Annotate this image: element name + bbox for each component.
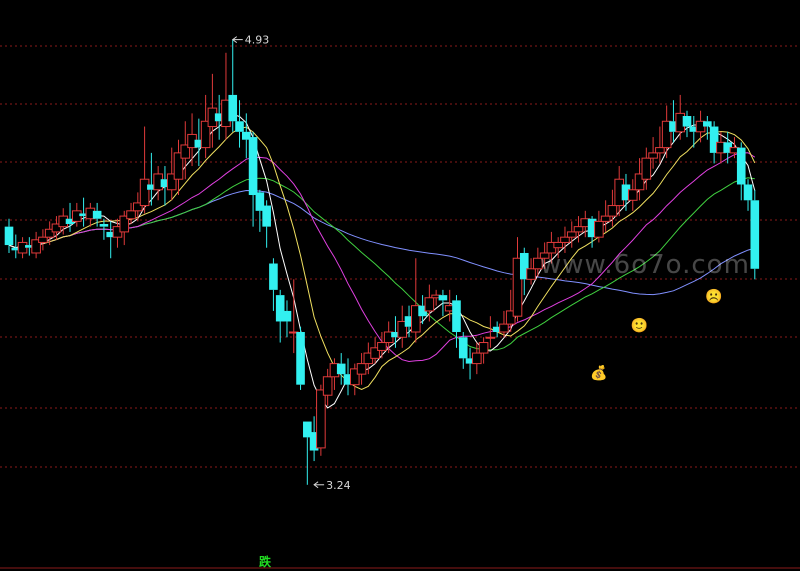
min-price-marker: 3.24 (313, 479, 351, 492)
candle-body (627, 189, 638, 201)
down-candle (228, 39, 238, 132)
max-price-marker: 4.93 (231, 34, 269, 47)
candle-body (641, 157, 652, 180)
down-candle (92, 202, 102, 227)
candle-body (458, 337, 468, 359)
candle-body (526, 268, 536, 280)
candle-body (126, 210, 136, 220)
candle-body (424, 297, 435, 312)
up-candle (594, 210, 604, 243)
up-candle (31, 231, 41, 259)
candle-body (560, 236, 570, 243)
candle-body (316, 389, 326, 449)
candle-body (336, 363, 346, 375)
candle-body (594, 220, 604, 238)
candle-body (553, 241, 563, 249)
candle-body (485, 336, 496, 339)
candle-body (248, 137, 258, 196)
candle-body (99, 224, 109, 227)
candle-body (472, 352, 482, 365)
candle-body (296, 332, 305, 385)
candle-body (478, 342, 489, 354)
candle-body (269, 263, 278, 290)
candle-body (682, 116, 692, 127)
down-candle (262, 200, 271, 248)
candle-body (235, 121, 244, 132)
up-candle (139, 126, 150, 214)
price-markers: 4.93 3.24 (231, 34, 351, 492)
candle-body (607, 205, 618, 217)
candle-body (322, 376, 333, 396)
candle-body (750, 200, 760, 269)
candle-body (452, 300, 461, 332)
smile-icon: 🙂 (631, 317, 648, 334)
candle-body (139, 178, 150, 207)
down-candle (248, 131, 258, 227)
candle-body (262, 205, 271, 227)
candle-body (38, 236, 48, 243)
candle-body (499, 323, 509, 333)
candle-body (72, 210, 82, 222)
candle-body (17, 241, 28, 254)
marker-label: 4.93 (245, 34, 269, 47)
candle-body (228, 94, 238, 122)
candle-body (573, 226, 584, 233)
candle-body (648, 152, 658, 159)
candle-body (736, 147, 746, 185)
candle-body (4, 226, 14, 246)
money-bag-icon: 💰 (590, 365, 607, 382)
down-candle (750, 189, 760, 280)
down-candle (296, 326, 305, 390)
watermark: www.6o7o.com (540, 250, 750, 280)
up-candle (411, 258, 421, 343)
candle-body (356, 363, 367, 375)
candle-body (377, 342, 387, 351)
frown-icon: ☹️ (705, 288, 722, 305)
candle-body (438, 295, 448, 301)
candle-body (566, 231, 577, 238)
candle-body (600, 215, 611, 222)
candle-body (282, 310, 292, 322)
candlestick-chart: 4.93 3.24 💰 🙂 ☹️ 😟 www.6o7o.com 跌 (0, 34, 800, 569)
signal-icons: 💰 🙂 ☹️ 😟 (590, 288, 782, 381)
sad-face-icon: 😟 (768, 289, 783, 305)
candle-body (92, 210, 102, 219)
signal-label: 跌 (259, 554, 272, 569)
candle-body (703, 121, 712, 127)
candle-body (743, 184, 753, 201)
marker-label: 3.24 (326, 479, 351, 492)
candle-body (655, 147, 665, 154)
down-candle (303, 421, 312, 485)
